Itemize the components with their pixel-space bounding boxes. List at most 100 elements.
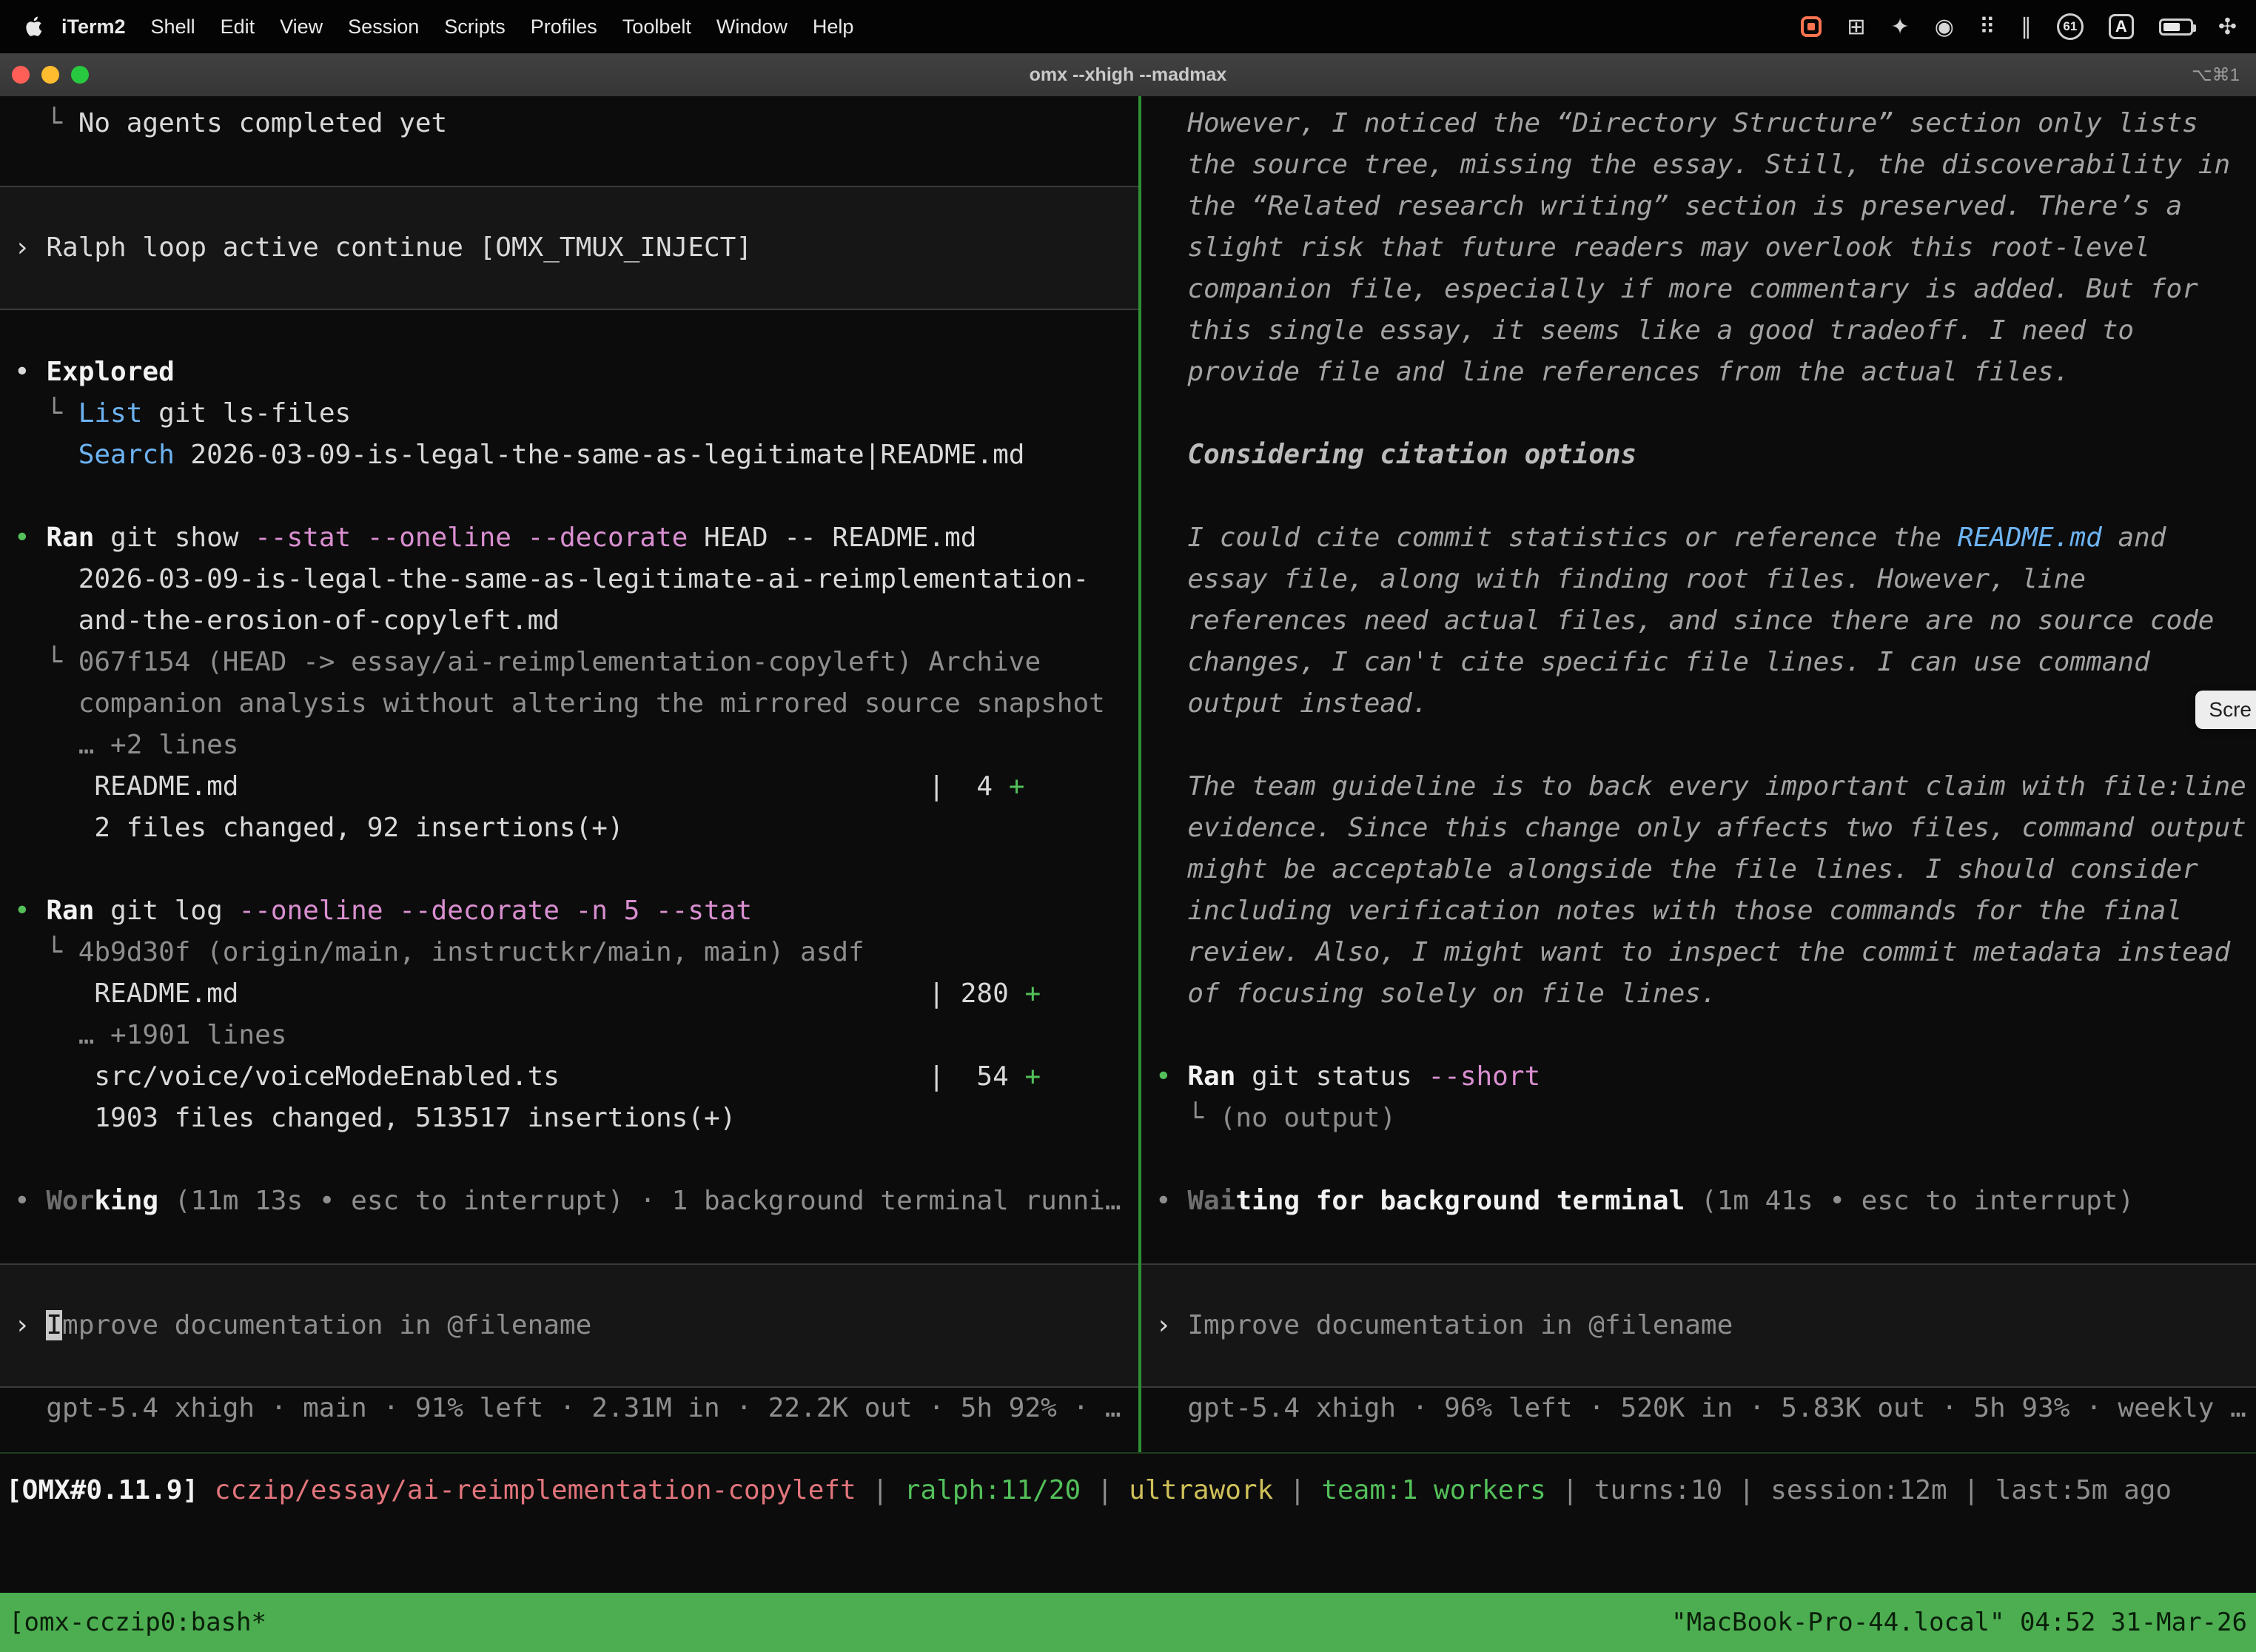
terminal-line: [0, 310, 1138, 352]
text-run: 2026-03-09-is-legal-the-same-as-legitima…: [14, 564, 1089, 594]
spark-icon[interactable]: ✦: [1891, 14, 1910, 40]
prompt-input[interactable]: › Improve documentation in @filename: [1141, 1263, 2256, 1388]
battery-percentage-badge[interactable]: 61: [2057, 13, 2084, 40]
terminal-line: this single essay, it seems like a good …: [1141, 310, 2256, 352]
inject-banner[interactable]: › Ralph loop active continue [OMX_TMUX_I…: [0, 186, 1138, 310]
text-run: The team guideline is to back every impo…: [1155, 771, 2246, 802]
terminal-line: including verification notes with those …: [1141, 890, 2256, 932]
text-run: … +1901 lines: [14, 1020, 286, 1050]
terminal-line: [0, 1222, 1138, 1263]
text-run: evidence. Since this change only affects…: [1155, 813, 2246, 843]
text-run: └: [14, 108, 78, 138]
terminal-line: [0, 476, 1138, 517]
text-run: ralph:11/20: [904, 1475, 1081, 1505]
text-run: (1m 41s • esc to interrupt): [1685, 1186, 2134, 1216]
text-run: --oneline --decorate -n 5 --stat: [238, 896, 752, 926]
terminal-line: gpt-5.4 xhigh · 96% left · 520K in · 5.8…: [1141, 1388, 2256, 1429]
terminal-line: [1141, 1015, 2256, 1056]
text-run: └ (no output): [1155, 1103, 1396, 1133]
text-run: the “Related research writing” section i…: [1155, 191, 2182, 221]
terminal-line: The team guideline is to back every impo…: [1141, 766, 2256, 807]
menu-item-session[interactable]: Session: [348, 16, 419, 38]
text-run: changes, I can't cite specific file line…: [1155, 647, 2150, 677]
text-run: the source tree, missing the essay. Stil…: [1155, 150, 2230, 180]
text-run: •: [14, 1186, 46, 1216]
terminal-right-pane[interactable]: However, I noticed the “Directory Struct…: [1141, 96, 2256, 1452]
menu-item-scripts[interactable]: Scripts: [444, 16, 506, 38]
battery-icon[interactable]: [2159, 19, 2193, 36]
pane-bottom-border: [0, 1452, 2256, 1454]
prompt-input[interactable]: › Improve documentation in @filename: [0, 1263, 1138, 1388]
terminal-line: [0, 1139, 1138, 1181]
screen-recording-indicator[interactable]: [1801, 16, 1822, 37]
text-run: +: [1009, 771, 1025, 802]
text-run: this single essay, it seems like a good …: [1155, 315, 2134, 346]
terminal-line: [0, 849, 1138, 890]
text-run: Explored: [46, 357, 174, 387]
menu-item-toolbelt[interactable]: Toolbelt: [622, 16, 691, 38]
terminal-line: [1141, 1139, 2256, 1181]
text-run: README.md | 280: [14, 978, 1024, 1009]
terminal-line: companion analysis without altering the …: [0, 683, 1138, 725]
menu-item-iterm2[interactable]: iTerm2: [61, 16, 126, 38]
text-run: ›: [14, 1310, 46, 1340]
text-run: and: [2102, 523, 2166, 553]
menu-item-view[interactable]: View: [280, 16, 323, 38]
text-run: •: [14, 357, 46, 387]
terminal-left-pane[interactable]: └ No agents completed yet › Ralph loop a…: [0, 96, 1138, 1452]
text-run: |: [1546, 1475, 1594, 1505]
menu-item-shell[interactable]: Shell: [151, 16, 195, 38]
text-run: src/voice/voiceModeEnabled.ts | 54: [14, 1061, 1024, 1092]
terminal-line: [1141, 476, 2256, 517]
window-title-bar[interactable]: omx --xhigh --madmax ⌥⌘1: [0, 53, 2256, 97]
menu-item-help[interactable]: Help: [813, 16, 854, 38]
terminal-line: └ (no output): [1141, 1098, 2256, 1139]
text-run: |: [1273, 1475, 1321, 1505]
text-run: Ran: [1187, 1061, 1235, 1092]
menu-item-profiles[interactable]: Profiles: [531, 16, 597, 38]
terminal-line: … +2 lines: [0, 725, 1138, 766]
text-run: companion analysis without altering the …: [14, 688, 1105, 719]
text-run: essay file, along with finding root file…: [1155, 564, 2086, 594]
terminal-line: └ 4b9d30f (origin/main, instructkr/main,…: [0, 932, 1138, 973]
dots-icon[interactable]: ⠿: [1979, 14, 1995, 40]
terminal-line: • Waiting for background terminal (1m 41…: [1141, 1181, 2256, 1222]
fan-icon[interactable]: ✣: [2218, 14, 2237, 40]
terminal-line: Search 2026-03-09-is-legal-the-same-as-l…: [0, 434, 1138, 476]
terminal-line: evidence. Since this change only affects…: [1141, 807, 2256, 849]
terminal-line: 2 files changed, 92 insertions(+): [0, 807, 1138, 849]
apple-menu-icon[interactable]: [25, 16, 44, 38]
terminal-line: 1903 files changed, 513517 insertions(+): [0, 1098, 1138, 1139]
terminal-line: README.md | 280 +: [0, 973, 1138, 1015]
keyboard-input-icon[interactable]: A: [2109, 14, 2134, 39]
terminal-line: provide file and line references from th…: [1141, 352, 2256, 393]
text-run: Ran: [46, 523, 94, 553]
text-run: └: [14, 398, 78, 429]
text-run: of focusing solely on file lines.: [1155, 978, 1717, 1009]
text-run: README.md | 4: [14, 771, 1009, 802]
menu-bar: iTerm2 Shell Edit View Session Scripts Profile…: [0, 0, 2256, 53]
text-run: turns:10: [1594, 1475, 1722, 1505]
terminal-line: [1141, 725, 2256, 766]
text-run: However, I noticed the “Directory Struct…: [1155, 108, 2198, 138]
menu-item-edit[interactable]: Edit: [221, 16, 255, 38]
menu-item-window[interactable]: Window: [716, 16, 788, 38]
tmux-host-clock: "MacBook-Pro-44.local" 04:52 31-Mar-26: [1671, 1608, 2247, 1637]
terminal-line: [1141, 393, 2256, 434]
grid-icon[interactable]: ⊞: [1847, 14, 1865, 40]
screen-overlay-button[interactable]: Scre: [2195, 691, 2256, 729]
text-run: 2026-03-09-is-legal-the-same-as-legitima…: [175, 440, 1025, 470]
text-run: git log: [94, 896, 238, 926]
key-icon[interactable]: ∥: [2021, 14, 2032, 40]
text-run: •: [1155, 1061, 1187, 1092]
text-run: and-the-erosion-of-copyleft.md: [14, 605, 560, 636]
terminal-line: … +1901 lines: [0, 1015, 1138, 1056]
text-run: └ 067f154 (HEAD -> essay/ai-reimplementa…: [14, 647, 1041, 677]
circle-icon[interactable]: ◉: [1935, 14, 1954, 40]
terminal-line: └ List git ls-files: [0, 393, 1138, 434]
text-run: HEAD -- README.md: [688, 523, 976, 553]
text-run: cczip/essay/ai-reimplementation-copyleft: [198, 1475, 856, 1505]
terminal-line: › Improve documentation in @filename: [0, 1305, 591, 1346]
terminal-line: [0, 144, 1138, 186]
text-run: git show: [94, 523, 255, 553]
